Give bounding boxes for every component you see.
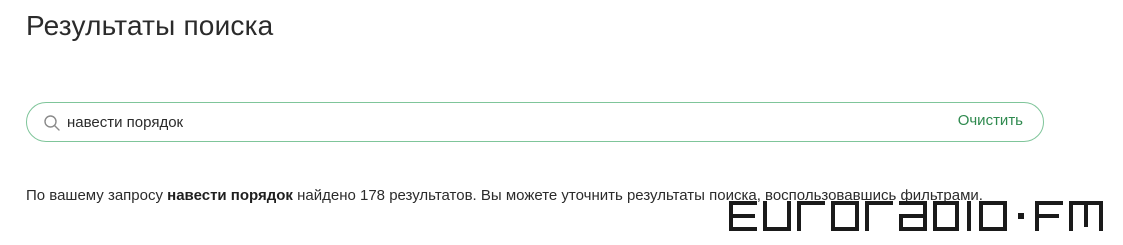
results-prefix: По вашему запросу [26, 187, 168, 204]
clear-button[interactable]: Очистить [958, 112, 1023, 129]
euroradio-watermark-logo [725, 195, 1105, 235]
results-query: навести порядок [167, 187, 293, 204]
search-bar: Очистить [26, 102, 1044, 142]
search-input[interactable] [67, 109, 887, 135]
page-title: Результаты поиска [26, 10, 274, 41]
search-icon [43, 114, 61, 132]
